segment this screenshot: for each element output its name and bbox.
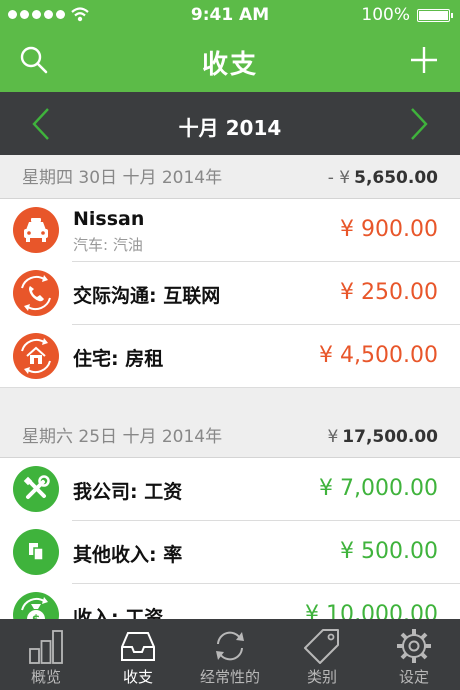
transaction-title: 交际沟通: 互联网 xyxy=(73,285,221,307)
transaction-row[interactable]: 交际沟通: 互联网 ¥ 250.00 xyxy=(0,262,460,325)
navigation-bar: 收支 xyxy=(0,30,460,92)
transaction-row[interactable]: 住宅: 房租 ¥ 4,500.00 xyxy=(0,325,460,388)
tab-label: 经常性的 xyxy=(199,668,260,686)
month-label: 十月 2014 xyxy=(178,116,282,140)
day-date: 星期四 30日 十月 2014年 xyxy=(22,168,223,188)
transaction-amount: ¥ 500.00 xyxy=(340,539,438,564)
tab-settings[interactable]: 设定 xyxy=(368,619,460,690)
battery-percentage: 100% xyxy=(361,5,410,25)
tab-categories[interactable]: 类别 xyxy=(276,619,368,690)
plus-icon[interactable] xyxy=(406,42,442,78)
transaction-title: 我公司: 工资 xyxy=(73,481,183,503)
page-title: 收支 xyxy=(201,50,258,80)
transaction-title: 收入: 工资 xyxy=(73,607,164,619)
month-selector: 十月 2014 xyxy=(0,92,460,155)
house-icon xyxy=(13,333,59,379)
transaction-title: Nissan xyxy=(73,208,145,230)
documents-icon xyxy=(13,529,59,575)
bar-chart-icon xyxy=(29,630,63,664)
gear-icon xyxy=(397,629,431,663)
status-bar: 9:41 AM 100% xyxy=(0,0,460,30)
transaction-row[interactable]: Nissan 汽车: 汽油 ¥ 900.00 xyxy=(0,199,460,262)
car-icon xyxy=(13,207,59,253)
day-total-sign: ¥ xyxy=(327,427,339,447)
tab-recurring[interactable]: 经常性的 xyxy=(184,619,276,690)
transaction-subtitle: 汽车: 汽油 xyxy=(73,236,143,254)
tools-icon xyxy=(13,466,59,512)
tab-overview[interactable]: 概览 xyxy=(0,619,92,690)
day-total: ¥17,500.00 xyxy=(327,427,438,447)
transaction-amount: ¥ 7,000.00 xyxy=(319,476,438,501)
transaction-list[interactable]: 星期四 30日 十月 2014年 - ¥5,650.00 Nissan 汽车: … xyxy=(0,155,460,619)
day-total-value: 5,650.00 xyxy=(354,168,438,188)
day-header: 星期六 25日 十月 2014年 ¥17,500.00 xyxy=(0,388,460,458)
tab-label: 概览 xyxy=(30,668,61,686)
inbox-icon xyxy=(121,632,155,661)
transaction-amount: ¥ 250.00 xyxy=(340,280,438,305)
transaction-amount: ¥ 4,500.00 xyxy=(319,343,438,368)
transaction-amount: ¥ 900.00 xyxy=(340,217,438,242)
day-date: 星期六 25日 十月 2014年 xyxy=(22,427,223,447)
day-total-value: 17,500.00 xyxy=(342,427,438,447)
tab-label: 类别 xyxy=(306,668,337,686)
repeat-icon xyxy=(216,631,244,661)
transaction-title: 住宅: 房租 xyxy=(73,348,164,370)
tab-bar: 概览 收支 经常性的 类别 设定 xyxy=(0,619,460,690)
tab-label: 设定 xyxy=(398,668,429,686)
tag-icon xyxy=(304,629,339,664)
transaction-row[interactable]: 其他收入: 率 ¥ 500.00 xyxy=(0,521,460,584)
chevron-right-icon[interactable] xyxy=(404,106,434,142)
transaction-amount: ¥ 10,000.00 xyxy=(305,602,438,619)
transaction-row[interactable]: 我公司: 工资 ¥ 7,000.00 xyxy=(0,458,460,521)
day-total: - ¥5,650.00 xyxy=(328,168,438,188)
money-bag-icon: $ xyxy=(13,592,59,619)
tab-label: 收支 xyxy=(122,668,153,686)
day-total-sign: - ¥ xyxy=(327,168,351,188)
transaction-title: 其他收入: 率 xyxy=(73,544,183,566)
battery-icon xyxy=(417,9,453,22)
day-header: 星期四 30日 十月 2014年 - ¥5,650.00 xyxy=(0,155,460,199)
tab-transactions[interactable]: 收支 xyxy=(92,619,184,690)
transaction-row[interactable]: $ 收入: 工资 ¥ 10,000.00 xyxy=(0,584,460,619)
phone-icon xyxy=(13,270,59,316)
